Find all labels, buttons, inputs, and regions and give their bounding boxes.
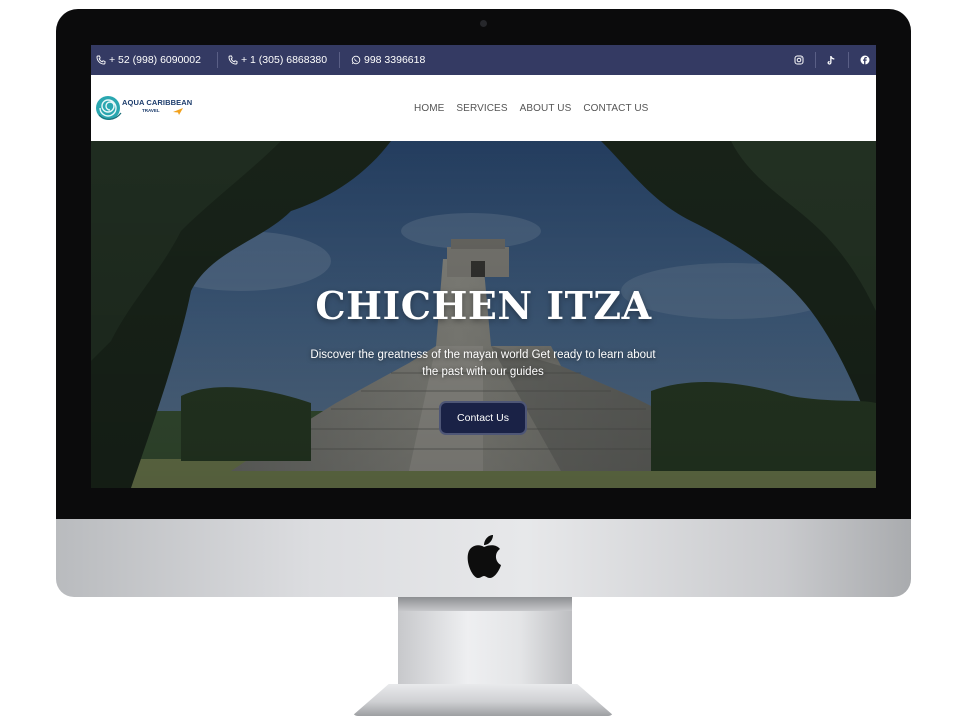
- whatsapp-icon: [351, 55, 361, 65]
- main-nav: HOME SERVICES ABOUT US CONTACT US: [414, 75, 648, 141]
- nav-contact-us[interactable]: CONTACT US: [583, 103, 648, 114]
- phone-icon: [228, 55, 238, 65]
- nav-about-us[interactable]: ABOUT US: [520, 103, 572, 114]
- divider: [848, 52, 849, 68]
- monitor-stand-foot: [352, 684, 614, 716]
- apple-logo-icon: [467, 535, 501, 578]
- hero-subtitle: Discover the greatness of the mayan worl…: [310, 349, 656, 378]
- nav-home[interactable]: HOME: [414, 103, 444, 114]
- stand-shadow: [398, 597, 572, 611]
- divider: [815, 52, 816, 68]
- contact-us-button[interactable]: Contact Us: [439, 401, 527, 435]
- facebook-icon[interactable]: [858, 53, 872, 67]
- top-contact-bar: + 52 (998) 6090002 + 1 (305) 6868380 998…: [91, 45, 876, 75]
- logo-subtext: TRAVEL: [142, 108, 160, 113]
- divider: [217, 52, 218, 68]
- nautilus-shell-icon: [96, 96, 122, 120]
- brand-logo[interactable]: AQUA CARIBBEAN TRAVEL: [95, 93, 193, 125]
- phone-usa[interactable]: + 1 (305) 6868380: [228, 45, 327, 75]
- navigation-bar: AQUA CARIBBEAN TRAVEL HOME SERVICES ABOU…: [91, 75, 876, 141]
- website-screen: + 52 (998) 6090002 + 1 (305) 6868380 998…: [91, 45, 876, 488]
- plane-icon: [173, 108, 183, 115]
- whatsapp-contact[interactable]: 998 3396618: [351, 45, 425, 75]
- tiktok-icon[interactable]: [824, 53, 838, 67]
- logo-wordmark: AQUA CARIBBEAN: [122, 98, 193, 107]
- camera: [480, 20, 487, 27]
- divider: [339, 52, 340, 68]
- nav-services[interactable]: SERVICES: [456, 103, 507, 114]
- phone-icon: [96, 55, 106, 65]
- phone-number: + 52 (998) 6090002: [109, 54, 201, 66]
- hero-title: CHICHEN ITZA: [315, 283, 652, 328]
- instagram-icon[interactable]: [792, 53, 806, 67]
- phone-mexico[interactable]: + 52 (998) 6090002: [96, 45, 201, 75]
- phone-number: + 1 (305) 6868380: [241, 54, 328, 66]
- whatsapp-number: 998 3396618: [364, 54, 426, 66]
- hero-banner: CHICHEN ITZA Discover the greatness of t…: [91, 141, 876, 488]
